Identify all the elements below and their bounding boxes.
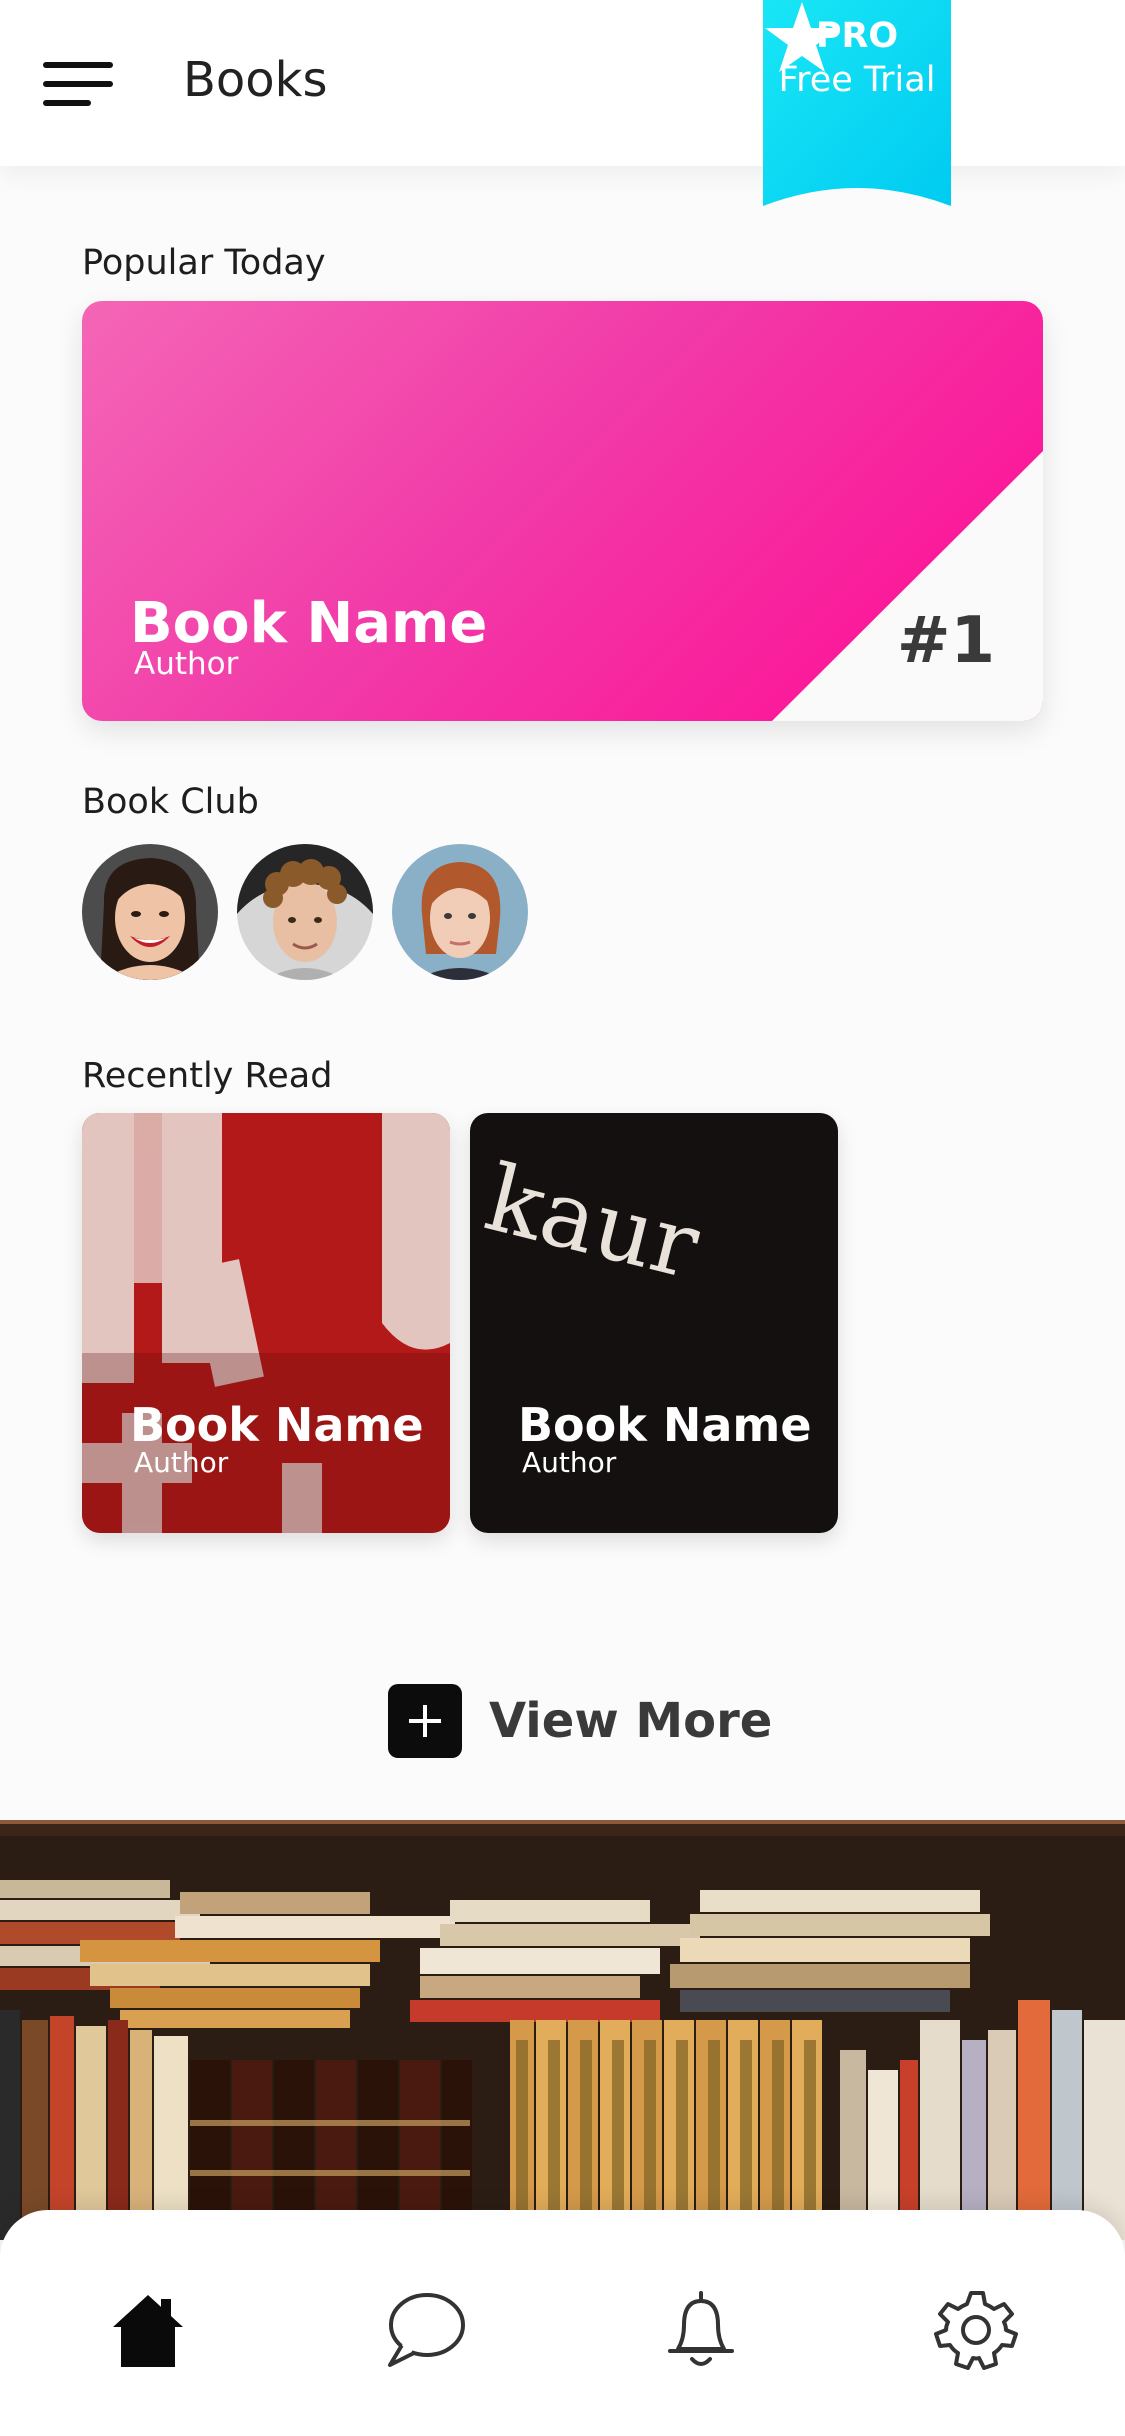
view-more-button[interactable]: View More — [388, 1683, 772, 1759]
chat-bubble-icon[interactable] — [380, 2285, 470, 2375]
popular-today-heading: Popular Today — [82, 243, 326, 283]
recent-book-name: Book Name — [130, 1398, 424, 1452]
bookshelf-image — [0, 1820, 1125, 2240]
recent-book-name: Book Name — [518, 1398, 812, 1452]
bottom-navigation — [0, 2210, 1125, 2436]
rank-badge: #1 — [896, 604, 995, 678]
view-more-label: View More — [489, 1693, 773, 1749]
recent-book-card[interactable]: kaur Book Name Author — [470, 1113, 838, 1533]
pro-free-trial-badge[interactable]: PRO Free Trial — [763, 0, 951, 208]
gear-icon[interactable] — [932, 2285, 1022, 2375]
avatar-woman-red-hair[interactable] — [392, 844, 528, 980]
plus-icon — [388, 1684, 462, 1758]
hamburger-menu-icon[interactable] — [43, 62, 115, 106]
star-icon — [765, 2, 839, 72]
app-header: Books — [0, 0, 1125, 166]
home-icon[interactable] — [103, 2285, 193, 2375]
recent-book-author: Author — [134, 1446, 229, 1479]
popular-book-card[interactable]: Book Name Author #1 — [82, 301, 1043, 721]
avatar-man-curly-hair[interactable] — [237, 844, 373, 980]
popular-book-author: Author — [134, 646, 239, 682]
recently-read-heading: Recently Read — [82, 1056, 333, 1096]
recent-book-card[interactable]: Book Name Author — [82, 1113, 450, 1533]
bell-icon[interactable] — [656, 2285, 746, 2375]
page-title: Books — [183, 52, 328, 108]
avatar-woman-smiling[interactable] — [82, 844, 218, 980]
book-club-heading: Book Club — [82, 782, 259, 822]
recent-book-author: Author — [522, 1446, 617, 1479]
